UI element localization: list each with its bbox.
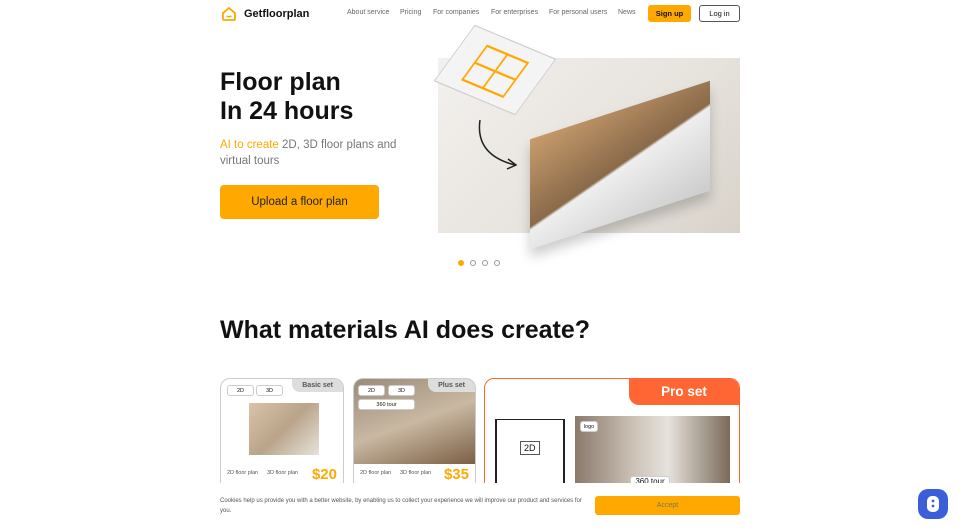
accept-cookies-button[interactable]: Accept	[595, 496, 740, 515]
carousel-dot-3[interactable]	[482, 260, 488, 266]
title-line-2: In 24 hours	[220, 97, 354, 125]
feature-3d: 3D floor plan	[267, 470, 299, 476]
basic-set-card[interactable]: 2D 3D Basic set 2D floor plan 3D floor p…	[220, 378, 344, 498]
signup-button[interactable]: Sign up	[648, 5, 691, 22]
label-2d: 2D	[520, 441, 540, 455]
tag-3d[interactable]: 3D	[388, 385, 415, 396]
upload-floor-plan-button[interactable]: Upload a floor plan	[220, 185, 379, 219]
login-button[interactable]: Log in	[699, 5, 740, 22]
nav-enterprises[interactable]: For enterprises	[491, 9, 538, 16]
title-line-1: Floor plan	[220, 68, 341, 96]
materials-heading: What materials AI does create?	[220, 316, 591, 344]
subtitle-accent: AI to create	[220, 139, 279, 151]
price: $35	[443, 466, 469, 483]
set-label: Basic set	[292, 379, 343, 392]
carousel-dot-2[interactable]	[470, 260, 476, 266]
hero-title: Floor plan In 24 hours	[220, 68, 353, 126]
nav-companies[interactable]: For companies	[433, 9, 479, 16]
label-logo: logo	[580, 421, 598, 432]
nav-about[interactable]: About service	[347, 9, 389, 16]
tag-2d[interactable]: 2D	[227, 385, 254, 396]
tag-360-tour[interactable]: 360 tour	[358, 399, 415, 410]
nav-pricing[interactable]: Pricing	[400, 9, 421, 16]
set-label: Pro set	[629, 379, 739, 405]
feature-2d: 2D floor plan	[360, 470, 392, 476]
nav-personal[interactable]: For personal users	[549, 9, 607, 16]
feature-2d: 2D floor plan	[227, 470, 259, 476]
carousel-dot-4[interactable]	[494, 260, 500, 266]
tag-2d[interactable]: 2D	[358, 385, 385, 396]
set-label: Plus set	[428, 379, 475, 392]
brand-name[interactable]: Getfloorplan	[244, 8, 309, 20]
pro-set-card[interactable]: Pro set 2D logo 360 tour	[484, 378, 740, 498]
arrow-icon	[478, 119, 518, 170]
cookie-text: Cookies help us provide you with a bette…	[220, 498, 582, 514]
nav-news[interactable]: News	[618, 9, 636, 16]
feature-3d: 3D floor plan	[400, 470, 432, 476]
hero-subtitle: AI to create 2D, 3D floor plans and virt…	[220, 137, 400, 169]
house-logo-icon[interactable]	[221, 6, 237, 22]
price: $20	[311, 466, 337, 483]
chat-icon	[927, 496, 939, 512]
tag-3d[interactable]: 3D	[256, 385, 283, 396]
carousel-dot-1[interactable]	[458, 260, 464, 266]
plus-set-card[interactable]: 2D 3D 360 tour Plus set 2D floor plan 3D…	[353, 378, 476, 498]
basic-floor-plan-image	[249, 403, 319, 455]
chat-widget-button[interactable]	[918, 489, 948, 519]
